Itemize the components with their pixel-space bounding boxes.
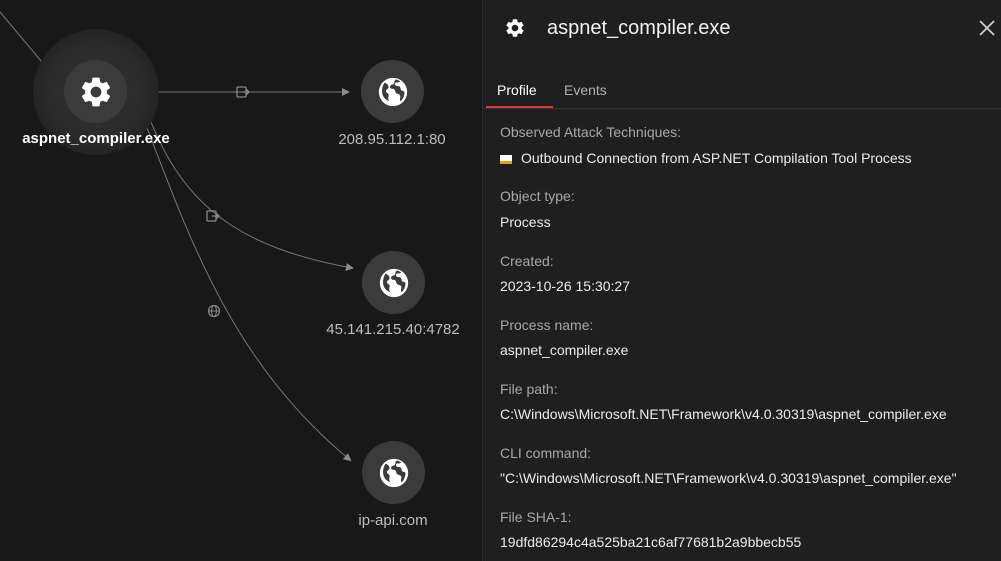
ip-node-2-label: 45.141.215.40:4782	[326, 321, 460, 338]
gear-icon	[81, 77, 110, 106]
connect-icon	[206, 210, 220, 222]
process-node-label: aspnet_compiler.exe	[22, 130, 170, 147]
panel-header: aspnet_compiler.exe	[483, 0, 1001, 62]
globe-icon	[379, 458, 408, 487]
field-label-created: Created:	[500, 253, 554, 269]
details-panel: aspnet_compiler.exe Profile Events Obser…	[482, 0, 1001, 561]
active-tab-indicator	[486, 106, 553, 108]
globe-icon	[379, 268, 408, 297]
connect-icon	[236, 86, 250, 98]
host-node-label: ip-api.com	[358, 512, 428, 529]
edge-to-host	[137, 103, 352, 462]
field-value-techniques: Outbound Connection from ASP.NET Compila…	[521, 150, 912, 166]
ip-node-2[interactable]	[362, 251, 425, 314]
field-value-file-path: C:\Windows\Microsoft.NET\Framework\v4.0.…	[500, 406, 947, 422]
dns-icon	[207, 304, 221, 318]
app-root: aspnet_compiler.exe 208.95.112.1:80 45.1…	[0, 0, 1001, 561]
field-label-process-name: Process name:	[500, 317, 594, 333]
tab-events[interactable]: Events	[564, 82, 607, 98]
field-label-cli-command: CLI command:	[500, 445, 592, 461]
globe-icon	[378, 77, 407, 106]
technique-row[interactable]: Outbound Connection from ASP.NET Compila…	[500, 150, 995, 170]
tab-profile[interactable]: Profile	[497, 82, 537, 98]
host-node[interactable]	[362, 441, 425, 504]
ip-node-1[interactable]	[361, 60, 424, 123]
field-label-techniques: Observed Attack Techniques:	[500, 124, 682, 140]
field-value-created: 2023-10-26 15:30:27	[500, 278, 630, 294]
panel-title: aspnet_compiler.exe	[547, 17, 731, 39]
edge-to-ip2	[141, 97, 354, 271]
field-label-object-type: Object type:	[500, 188, 575, 204]
field-value-process-name: aspnet_compiler.exe	[500, 342, 629, 358]
field-value-object-type: Process	[500, 214, 551, 230]
field-value-sha1: 19dfd86294c4a525ba21c6af77681b2a9bbecb55	[500, 534, 802, 550]
field-label-sha1: File SHA-1:	[500, 509, 572, 525]
process-node[interactable]	[64, 60, 127, 123]
ip-node-1-label: 208.95.112.1:80	[338, 131, 446, 148]
field-value-cli-command: "C:\Windows\Microsoft.NET\Framework\v4.0…	[500, 470, 957, 486]
field-label-file-path: File path:	[500, 381, 558, 397]
gear-icon	[506, 19, 524, 37]
severity-marker-icon	[500, 155, 512, 164]
close-icon[interactable]	[977, 18, 997, 38]
panel-tabs: Profile Events	[483, 70, 1001, 109]
process-graph[interactable]: aspnet_compiler.exe 208.95.112.1:80 45.1…	[0, 0, 482, 561]
